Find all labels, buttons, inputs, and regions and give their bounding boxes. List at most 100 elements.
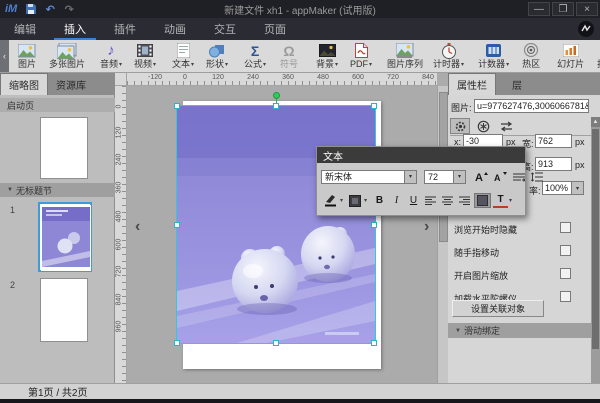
prev-page-arrow[interactable]: ‹	[135, 218, 140, 236]
save-icon[interactable]	[23, 2, 39, 16]
toolbar: ‹ 图片 多张图片 ♪ 音频▾ 视频▾	[0, 40, 600, 73]
rotation-handle[interactable]	[273, 92, 280, 99]
undo-icon[interactable]: ↶	[42, 2, 58, 16]
scroll-up-icon[interactable]: ▲	[591, 117, 600, 127]
resize-handle-ne[interactable]	[371, 103, 377, 109]
text-color-button[interactable]: T	[493, 193, 508, 208]
slide-binding-section-header[interactable]: ▼ 滑动绑定	[448, 323, 591, 338]
effects-icon[interactable]	[473, 118, 493, 134]
font-family-select[interactable]: 新宋体	[321, 170, 405, 184]
ruler-corner	[115, 73, 127, 86]
resize-handle-n[interactable]	[273, 103, 279, 109]
resize-handle-se[interactable]	[371, 340, 377, 346]
scale-dropdown-button[interactable]: ▾	[572, 181, 584, 195]
scale-field[interactable]: 100%	[542, 181, 572, 195]
menu-tab-interaction[interactable]: 交互	[200, 18, 250, 40]
menu-tab-page[interactable]: 页面	[250, 18, 300, 40]
resize-handle-sw[interactable]	[174, 340, 180, 346]
page-1-number: 1	[10, 205, 15, 215]
tab-resource-library[interactable]: 资源库	[48, 73, 94, 95]
insert-shape-button[interactable]: 形状▾	[200, 40, 234, 72]
menu-tab-plugin[interactable]: 插件	[100, 18, 150, 40]
hide-on-start-label: 浏览开始时隐藏	[454, 223, 517, 236]
background-icon	[319, 42, 336, 59]
properties-scrollbar[interactable]: ▲	[591, 117, 600, 383]
page-1-thumbnail[interactable]	[38, 202, 92, 272]
font-size-select[interactable]: 72	[424, 170, 454, 184]
width-field[interactable]: 762	[535, 134, 572, 148]
resize-handle-e[interactable]	[371, 222, 377, 228]
insert-background-button[interactable]: 背景▾	[310, 40, 344, 72]
align-left-icon[interactable]	[423, 193, 438, 208]
follow-finger-checkbox[interactable]	[560, 245, 571, 256]
line-spacing-icon[interactable]	[529, 169, 545, 184]
sidebar: 缩略图 资源库 启动页 ▼ 无标题节 1	[0, 73, 115, 383]
settings-gear-icon[interactable]	[450, 118, 470, 134]
image-url-field[interactable]: u=977627476,3006066781&fm=21&	[474, 99, 589, 113]
align-center-icon[interactable]	[440, 193, 455, 208]
resize-handle-nw[interactable]	[174, 103, 180, 109]
decrease-font-icon[interactable]: A	[492, 169, 509, 184]
insert-multi-image-button[interactable]: 多张图片	[44, 40, 90, 72]
toolbar-collapse-button[interactable]: ‹	[0, 40, 9, 72]
selected-image[interactable]	[177, 106, 375, 343]
window-bottom-edge	[0, 399, 600, 403]
tab-thumbnails[interactable]: 缩略图	[0, 73, 48, 95]
swap-arrows-icon[interactable]	[496, 118, 516, 134]
increase-font-icon[interactable]: A	[473, 169, 490, 184]
insert-video-button[interactable]: 视频▾	[128, 40, 162, 72]
text-panel-title[interactable]: 文本	[317, 147, 525, 163]
align-right-icon[interactable]	[457, 193, 472, 208]
tab-layers[interactable]: 层	[496, 73, 538, 95]
insert-image-sequence-button[interactable]: 图片序列	[382, 40, 428, 72]
page-2-thumbnail[interactable]	[40, 278, 88, 342]
insert-timer-button[interactable]: 计时器▾	[428, 40, 469, 72]
toolbar-group: Σ 公式▾ Ω 符号	[237, 40, 307, 72]
font-size-dropdown-button[interactable]: ▾	[454, 170, 466, 184]
maximize-button[interactable]: ❐	[552, 2, 574, 16]
tab-properties[interactable]: 属性栏	[448, 73, 496, 95]
canvas-scrollbar[interactable]	[437, 86, 448, 383]
startup-page-header: 启动页	[0, 98, 115, 112]
resize-handle-w[interactable]	[174, 222, 180, 228]
insert-button-button[interactable]: 按钮	[589, 40, 600, 72]
hide-on-start-checkbox[interactable]	[560, 222, 571, 233]
close-button[interactable]: ×	[576, 2, 598, 16]
bold-button[interactable]: B	[372, 193, 387, 208]
startup-page-thumbnail[interactable]	[40, 117, 88, 179]
set-related-object-button[interactable]: 设置关联对象	[452, 300, 544, 317]
minimize-button[interactable]: —	[528, 2, 550, 16]
sidebar-tab-bar: 缩略图 资源库	[0, 73, 115, 95]
underline-button[interactable]: U	[406, 193, 421, 208]
menu-tab-insert[interactable]: 插入	[50, 18, 100, 40]
format-row: ▾ ▾ B I U T ▾	[321, 193, 512, 208]
dropdown-arrow-icon: ▾	[225, 62, 228, 68]
redo-icon[interactable]: ↷	[61, 2, 77, 16]
slide-icon	[563, 42, 579, 59]
insert-hotspot-button[interactable]: 热区	[514, 40, 548, 72]
section-header[interactable]: ▼ 无标题节	[0, 183, 115, 197]
font-row: 新宋体 ▾ 72 ▾ A A	[321, 169, 546, 184]
italic-button[interactable]: I	[389, 193, 404, 208]
insert-slide-button[interactable]: 幻灯片	[552, 40, 589, 72]
insert-counter-button[interactable]: 计数器▾	[473, 40, 514, 72]
letter-spacing-icon[interactable]	[511, 169, 527, 184]
insert-pdf-button[interactable]: PDF▾	[344, 40, 378, 72]
insert-image-button[interactable]: 图片	[10, 40, 44, 72]
properties-scrollbar-thumb[interactable]	[592, 129, 599, 349]
audio-icon: ♪	[107, 42, 115, 59]
font-family-dropdown-button[interactable]: ▾	[405, 170, 417, 184]
font-color-icon[interactable]	[322, 193, 339, 208]
insert-symbol-button[interactable]: Ω 符号	[272, 40, 306, 72]
insert-formula-button[interactable]: Σ 公式▾	[238, 40, 272, 72]
menu-tab-edit[interactable]: 编辑	[0, 18, 50, 40]
insert-text-button[interactable]: 文本▾	[166, 40, 200, 72]
menu-tab-animation[interactable]: 动画	[150, 18, 200, 40]
resize-handle-s[interactable]	[273, 340, 279, 346]
insert-audio-button[interactable]: ♪ 音频▾	[94, 40, 128, 72]
highlight-color-icon[interactable]	[347, 193, 363, 208]
next-page-arrow[interactable]: ›	[424, 218, 429, 236]
enable-zoom-checkbox[interactable]	[560, 268, 571, 279]
gyroscope-checkbox[interactable]	[560, 291, 571, 302]
text-fill-toggle-icon[interactable]	[474, 193, 491, 208]
